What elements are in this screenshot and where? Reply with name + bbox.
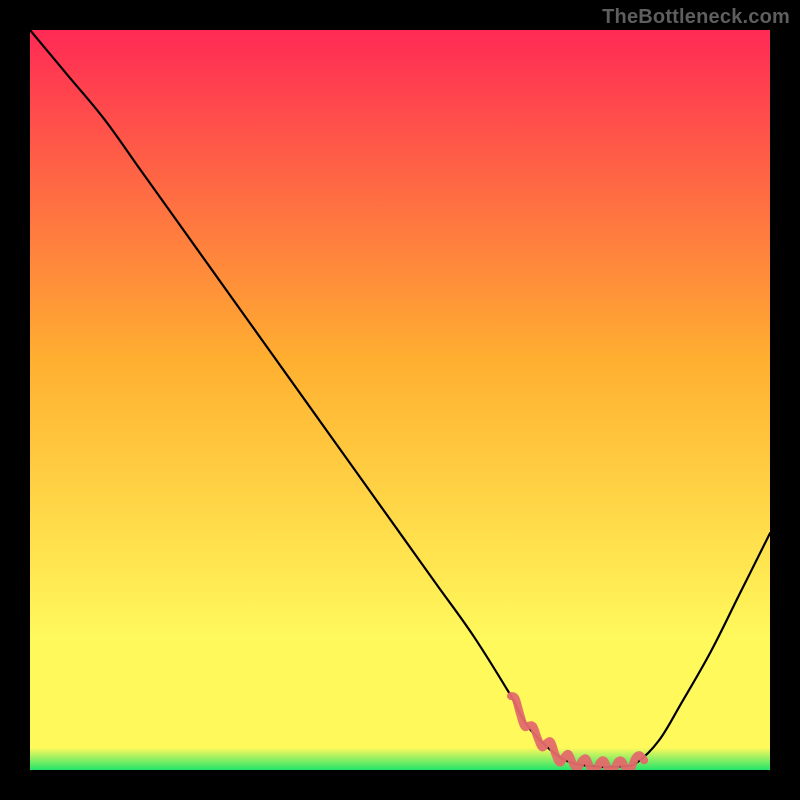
optimal-range-highlight	[511, 696, 644, 770]
bottleneck-curve	[30, 30, 770, 767]
chart-stage: TheBottleneck.com	[0, 0, 800, 800]
curve-layer	[30, 30, 770, 770]
plot-area	[30, 30, 770, 770]
watermark-text: TheBottleneck.com	[602, 6, 790, 29]
